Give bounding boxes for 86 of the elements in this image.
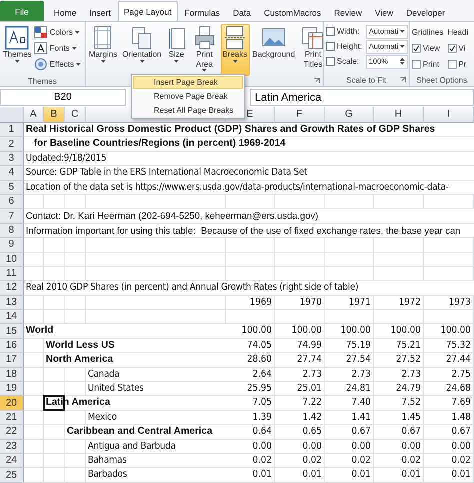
option-heading: Gridlines xyxy=(412,28,444,36)
value-cell: 27.54 xyxy=(325,353,374,368)
cell-text: Caribbean and Central America xyxy=(65,425,226,440)
cell-text: United States xyxy=(86,382,226,396)
value-cell: 0.00 xyxy=(226,440,275,454)
cell-text: Real 2010 GDP Shares (in percent) and Annual Growth Rates (right side of table) xyxy=(24,281,474,296)
value-cell: 1.41 xyxy=(325,410,374,426)
field-label: Width: xyxy=(337,27,361,36)
field-label: Scale: xyxy=(337,57,360,66)
value-cell: 0.02 xyxy=(374,454,424,468)
value-cell: 0.01 xyxy=(226,468,275,483)
value-cell: 74.05 xyxy=(226,338,275,354)
value-cell: 0.65 xyxy=(275,425,325,440)
value-cell: 0.00 xyxy=(424,440,474,454)
cell-text: Barbados xyxy=(86,468,226,483)
cell-text: Source: GDP Table in the ERS International Macroeconomic Data Set xyxy=(24,166,474,181)
value-cell: 0.67 xyxy=(325,425,374,440)
value-cell: 0.01 xyxy=(424,468,474,483)
value-cell: 7.69 xyxy=(424,396,474,411)
group-label: Themes xyxy=(28,76,57,86)
value-cell: 0.64 xyxy=(226,425,275,440)
value-cell: 25.95 xyxy=(226,382,275,396)
value-cell: 0.02 xyxy=(424,454,474,468)
value-cell: 0.00 xyxy=(374,440,424,454)
cell-text: Contact: Dr. Kari Heerman (202-694-5250, keheerman@ers.usda.gov) xyxy=(24,209,474,224)
cell-text: Canada xyxy=(86,368,226,382)
value-cell: 0.02 xyxy=(226,454,275,468)
value-cell: 1972 xyxy=(374,296,424,310)
cell-text: Location of the data set is https://www.ers.usda.gov/data-products/international-macroeconomic-data- xyxy=(24,180,474,195)
value-cell: 0.01 xyxy=(325,468,374,483)
value-cell: 7.22 xyxy=(275,396,325,411)
value-cell: 0.67 xyxy=(374,425,424,440)
value-cell: 24.79 xyxy=(374,382,424,396)
value-cell: 1973 xyxy=(424,296,474,310)
field-label: Height: xyxy=(337,42,364,51)
value-cell: 7.52 xyxy=(374,396,424,411)
value-cell: 27.74 xyxy=(275,353,325,368)
value-cell: 0.67 xyxy=(424,425,474,440)
cell-text: World Less US xyxy=(44,338,226,354)
value-cell: 25.01 xyxy=(275,382,325,396)
value-cell: 0.01 xyxy=(275,468,325,483)
option-heading: Headi xyxy=(448,28,468,36)
value-cell: 0.00 xyxy=(325,440,374,454)
group-label: Scale to Fit xyxy=(346,76,386,85)
value-cell: 1970 xyxy=(275,296,325,310)
value-cell: 75.19 xyxy=(325,338,374,354)
value-cell: 75.21 xyxy=(374,338,424,354)
value-cell: 27.52 xyxy=(374,353,424,368)
value-cell: 24.81 xyxy=(325,382,374,396)
value-cell: 100.00 xyxy=(325,324,374,339)
value-cell: 28.60 xyxy=(226,353,275,368)
value-cell: 0.02 xyxy=(325,454,374,468)
cell-text: Real Historical Gross Domestic Product (GDP) Shares and Growth Rates of GDP Shares xyxy=(24,123,474,138)
value-cell: 0.02 xyxy=(275,454,325,468)
value-cell: 0.01 xyxy=(374,468,424,483)
value-cell: 2.75 xyxy=(424,368,474,382)
value-cell: 1969 xyxy=(226,296,275,310)
value-cell: 0.00 xyxy=(275,440,325,454)
value-cell: 2.73 xyxy=(325,368,374,382)
value-cell: 100.00 xyxy=(374,324,424,339)
value-cell: 2.73 xyxy=(275,368,325,382)
value-cell: 2.73 xyxy=(374,368,424,382)
cell-text: World xyxy=(24,324,226,339)
cell-text: Updated:9/18/2015 xyxy=(24,152,474,166)
group-label: Sheet Options xyxy=(416,76,468,85)
value-cell: 2.64 xyxy=(226,368,275,382)
cell-text: Antigua and Barbuda xyxy=(86,440,226,454)
cell-text: Bahamas xyxy=(86,454,226,468)
value-cell: 74.99 xyxy=(275,338,325,354)
value-cell: 7.05 xyxy=(226,396,275,411)
value-cell: 100.00 xyxy=(424,324,474,339)
cell-text: North America xyxy=(44,353,226,368)
cell-text: Mexico xyxy=(86,410,226,426)
value-cell: 27.44 xyxy=(424,353,474,368)
value-cell: 1.48 xyxy=(424,410,474,426)
cell-text: Information important for using this table: Because of the use of fixed exchange rates, the base year can xyxy=(24,224,474,238)
value-cell: 24.68 xyxy=(424,382,474,396)
value-cell: 1971 xyxy=(325,296,374,310)
value-cell: 1.42 xyxy=(275,410,325,426)
value-cell: 100.00 xyxy=(226,324,275,339)
value-cell: 1.39 xyxy=(226,410,275,426)
value-cell: 7.40 xyxy=(325,396,374,411)
cell-text: for Baseline Countries/Regions (in percent) 1969-2014 xyxy=(24,137,474,152)
value-cell: 100.00 xyxy=(275,324,325,339)
value-cell: 1.45 xyxy=(374,410,424,426)
value-cell: 75.32 xyxy=(424,338,474,354)
